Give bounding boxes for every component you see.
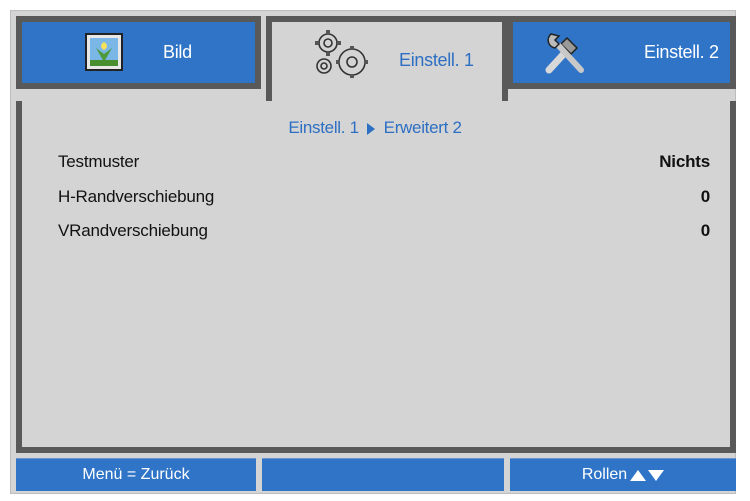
setting-label: VRandverschiebung bbox=[58, 221, 208, 240]
setting-label: Testmuster bbox=[58, 152, 140, 171]
picture-icon bbox=[84, 32, 124, 77]
setting-label: H-Randverschiebung bbox=[58, 187, 215, 206]
chevron-right-icon bbox=[367, 122, 376, 135]
tab-einstell-2[interactable]: Einstell. 2 bbox=[507, 16, 736, 89]
setting-value: Nichts bbox=[659, 152, 710, 171]
footer-middle bbox=[262, 458, 504, 491]
tab-bild[interactable]: Bild bbox=[16, 16, 261, 89]
tab-label: Bild bbox=[163, 42, 192, 62]
tab-label: Einstell. 1 bbox=[399, 50, 474, 70]
arrow-up-icon bbox=[630, 469, 647, 481]
gears-icon bbox=[308, 28, 374, 91]
breadcrumb: Einstell. 1 Erweitert 2 bbox=[0, 118, 750, 138]
tab-einstell-1[interactable]: Einstell. 1 bbox=[266, 16, 508, 103]
back-label: Menü = Zurück bbox=[82, 466, 190, 483]
arrow-down-icon bbox=[648, 469, 665, 481]
breadcrumb-child: Erweitert 2 bbox=[383, 118, 462, 137]
setting-value: 0 bbox=[700, 221, 710, 240]
setting-value: 0 bbox=[700, 187, 710, 206]
scroll-hint[interactable]: Rollen bbox=[510, 458, 736, 491]
scroll-label: Rollen bbox=[581, 466, 628, 483]
back-button[interactable]: Menü = Zurück bbox=[16, 458, 256, 491]
tab-label: Einstell. 2 bbox=[644, 42, 719, 62]
breadcrumb-parent: Einstell. 1 bbox=[288, 118, 359, 137]
tools-icon bbox=[541, 30, 589, 81]
